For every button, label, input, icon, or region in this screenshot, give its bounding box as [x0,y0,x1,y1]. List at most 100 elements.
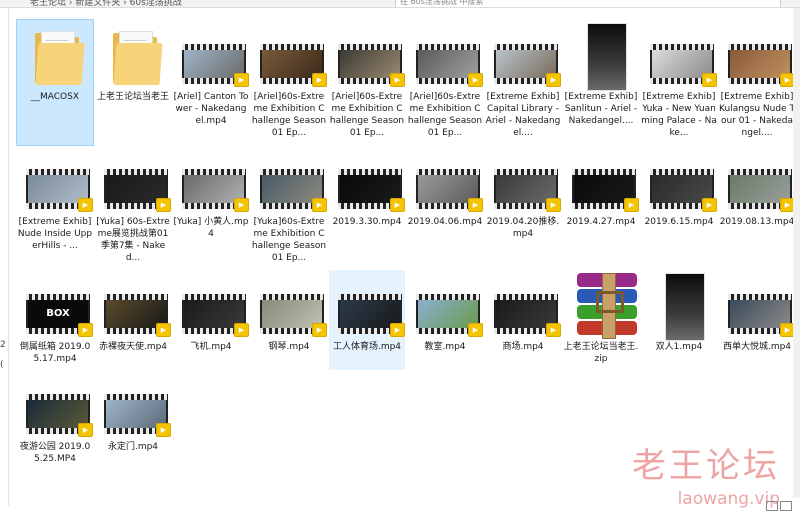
player-badge-icon: ▶ [78,323,93,337]
file-item[interactable]: 上老王论坛当老王.zip [563,270,639,370]
film-strip-icon: ▶ [260,44,327,87]
file-name-label: 上老王论坛当老王.zip [563,342,639,364]
file-name-label: [Extreme Exhib] Capital Library - Ariel … [485,92,561,138]
film-strip-icon: ▶ [104,394,171,437]
video-thumbnail: ▶ [725,273,795,341]
file-name-label: 2019.4.27.mp4 [566,217,636,227]
video-thumbnail: ▶ [335,23,405,91]
archive-icon [569,273,637,341]
file-item[interactable]: ▶ 2019.04.20推移.mp4 [485,145,561,270]
file-item[interactable]: ▶ [Extreme Exhib] Capital Library - Ariel… [485,20,561,145]
file-item[interactable]: ▶ [Extreme Exhib]Nude Inside UpperHills -… [17,145,93,270]
video-thumbnail: ▶ [413,273,483,341]
player-badge-icon: ▶ [546,323,561,337]
film-strip-icon: ▶ [26,394,93,437]
vertical-scrollbar[interactable] [793,8,800,498]
file-name-label: 西单大悦城.mp4 [722,342,792,352]
file-item[interactable]: ▶ [Ariel]60s-Extreme Exhibition Challenge… [251,20,327,145]
folder-item[interactable]: __MACOSX [16,19,94,146]
file-item[interactable]: ▶ [Yuka] 60s-Extreme展览挑战第01季第7集 - Naked..… [95,145,171,270]
player-badge-icon: ▶ [624,198,639,212]
video-thumbnail: ▶ [23,148,93,216]
file-item[interactable]: ▶ [Yuka]60s-Extreme Exhibition Challenge … [251,145,327,270]
file-name-label: 赤裸夜天使.mp4 [98,342,168,352]
file-item[interactable]: ▶ 2019.08.13.mp4 [719,145,795,270]
file-item[interactable]: ▶ 2019.3.30.mp4 [329,145,405,270]
file-item[interactable]: ▶ [Yuka] 小黄人.mp4 [173,145,249,270]
view-toggle[interactable] [764,496,792,511]
film-strip-icon: ▶ [338,294,405,337]
file-item[interactable]: ▶ [Ariel]60s-Extreme Exhibition Challenge… [329,20,405,145]
file-name-label: 双人1.mp4 [655,342,703,352]
film-strip-icon: ▶ [260,294,327,337]
player-badge-icon: ▶ [312,323,327,337]
file-name-label: 上老王论坛当老王 [96,92,169,102]
film-strip-icon: ▶ [104,294,171,337]
file-item[interactable]: [Extreme Exhib] Sanlitun - Ariel - Naked… [563,20,639,145]
file-item[interactable]: ▶ 西单大悦城.mp4 [719,270,795,370]
file-item[interactable]: ▶ 夜游公园 2019.05.25.MP4 [17,370,93,470]
details-view-icon[interactable] [766,501,778,511]
film-strip-icon: ▶ [104,169,171,212]
file-name-label: [Extreme Exhib]Nude Inside UpperHills - … [17,217,93,251]
file-item[interactable]: ▶ 赤裸夜天使.mp4 [95,270,171,370]
file-name-label: [Ariel] Canton Tower - Nakedangel.mp4 [173,92,249,126]
file-name-label: 2019.3.30.mp4 [332,217,402,227]
player-badge-icon: ▶ [234,73,249,87]
film-strip-icon: ▶ [494,294,561,337]
folder-icon [23,23,87,91]
file-grid: __MACOSX 上老王论坛当老王 ▶ [Ariel] Canton Tower - … [0,0,800,506]
player-badge-icon: ▶ [78,423,93,437]
video-thumbnail: ▶ [335,273,405,341]
file-item[interactable]: ▶ 2019.04.06.mp4 [407,145,483,270]
file-item[interactable]: ▶ 教室.mp4 [407,270,483,370]
player-badge-icon: ▶ [156,423,171,437]
film-strip-icon: ▶ [494,44,561,87]
film-strip-icon: ▶ [26,169,93,212]
video-thumbnail: ▶ [725,148,795,216]
watermark: 老王论坛 laowang.vip [632,438,780,509]
file-item[interactable]: ▶ 飞机.mp4 [173,270,249,370]
watermark-en: laowang.vip [677,489,780,509]
file-item[interactable]: ▶ [Extreme Exhib] Yuka - New Yuanming Pal… [641,20,717,145]
video-thumbnail: ▶ [257,23,327,91]
file-item[interactable]: ▶ [Extreme Exhib]Kulangsu Nude Tour 01 - … [719,20,795,145]
player-badge-icon: ▶ [234,323,249,337]
file-item[interactable]: ▶ 钢琴.mp4 [251,270,327,370]
file-item[interactable]: ▶ 2019.4.27.mp4 [563,145,639,270]
file-item[interactable]: ▶ 商场.mp4 [485,270,561,370]
player-badge-icon: ▶ [546,198,561,212]
video-thumbnail: ▶ [491,23,561,91]
player-badge-icon: ▶ [702,198,717,212]
file-name-label: 飞机.mp4 [190,342,232,352]
folder-item[interactable]: 上老王论坛当老王 [95,20,171,145]
file-name-label: 2019.04.06.mp4 [407,217,483,227]
video-thumbnail: ▶ [491,148,561,216]
video-thumbnail: ▶ [101,148,171,216]
file-name-label: 2019.04.20推移.mp4 [486,217,560,239]
film-strip-icon: ▶ [728,169,795,212]
file-item[interactable]: 双人1.mp4 [641,270,717,370]
video-thumbnail: ▶ [569,148,639,216]
file-name-label: 夜游公园 2019.05.25.MP4 [19,442,91,464]
player-badge-icon: ▶ [468,198,483,212]
player-badge-icon: ▶ [312,73,327,87]
large-icons-view-icon[interactable] [780,501,792,511]
video-thumbnail: ▶ [647,148,717,216]
file-name-label: [Extreme Exhib] Yuka - New Yuanming Pala… [641,92,717,138]
film-strip-icon: ▶ [650,169,717,212]
file-item[interactable]: ▶ [Ariel]60s-Extreme Exhibition Challenge… [407,20,483,145]
film-strip-icon: ▶ [494,169,561,212]
file-item[interactable]: ▶ 工人体育场.mp4 [329,270,405,370]
player-badge-icon: ▶ [468,73,483,87]
file-name-label: 工人体育场.mp4 [332,342,402,352]
film-strip-icon: ▶ [182,169,249,212]
file-item[interactable]: BOX ▶ 倒属纸箱 2019.05.17.mp4 [17,270,93,370]
file-name-label: [Ariel]60s-Extreme Exhibition Challenge … [251,92,327,138]
file-item[interactable]: ▶ 永定门.mp4 [95,370,171,470]
video-thumbnail: ▶ [179,148,249,216]
film-strip-icon: ▶ [650,44,717,87]
file-item[interactable]: ▶ [Ariel] Canton Tower - Nakedangel.mp4 [173,20,249,145]
file-item[interactable]: ▶ 2019.6.15.mp4 [641,145,717,270]
film-strip-icon: BOX ▶ [26,294,93,337]
